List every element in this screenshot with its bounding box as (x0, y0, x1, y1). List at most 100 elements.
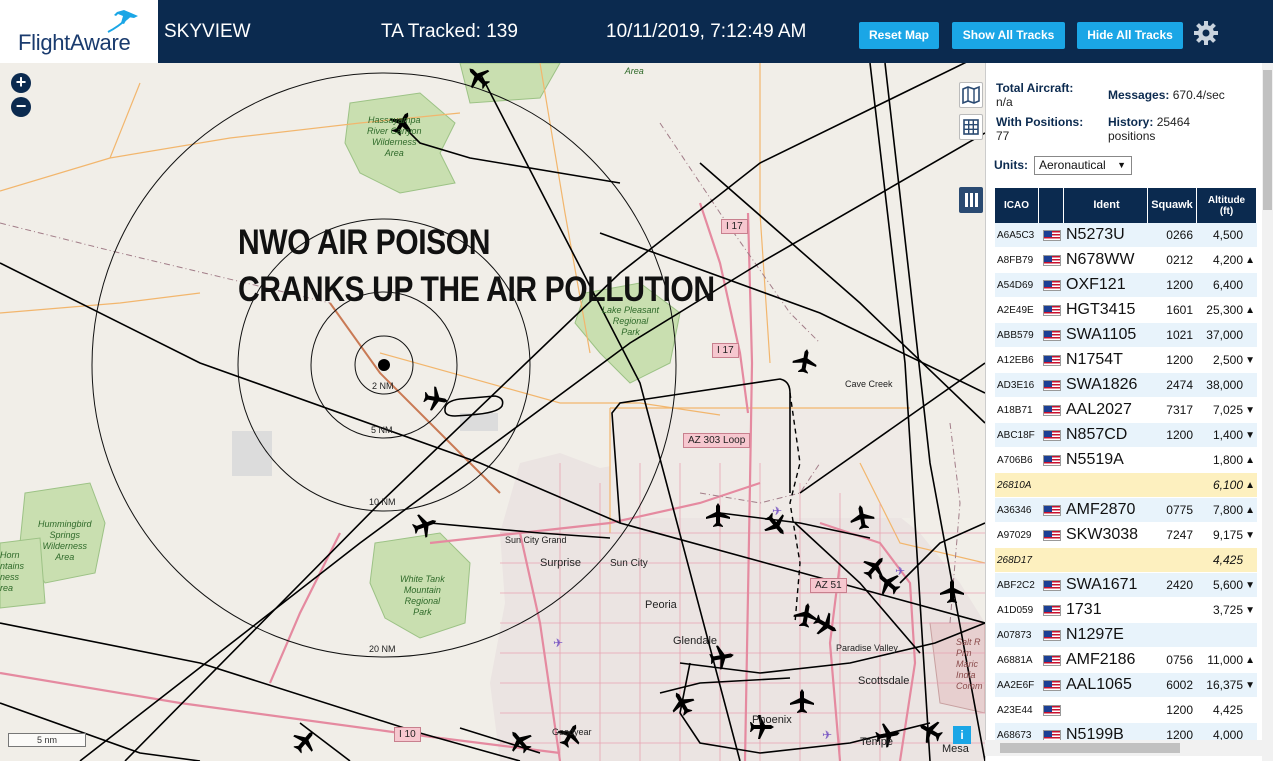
map-info-button[interactable]: i (953, 726, 971, 744)
aircraft-icon[interactable] (503, 724, 537, 758)
squawk-cell: 1200 (1166, 278, 1193, 292)
descending-arrow-icon: ▼ (1245, 354, 1255, 366)
reset-map-button[interactable]: Reset Map (859, 22, 939, 49)
column-header-ident[interactable]: Ident (1064, 188, 1148, 223)
park-label: White Tank Mountain Regional Park (400, 574, 445, 617)
table-row[interactable]: A706B6 N5519A 1,800 ▲ (995, 448, 1257, 473)
flag-cell (1039, 448, 1064, 472)
ident-cell: OXF121 (1066, 276, 1126, 293)
with-positions-label: With Positions: (996, 115, 1084, 129)
aircraft-icon[interactable] (706, 503, 730, 527)
zoom-out-button[interactable]: − (11, 97, 31, 117)
us-flag-icon (1042, 229, 1061, 241)
table-row[interactable]: AA2E6F AAL1065 6002 16,375 ▼ (995, 673, 1257, 698)
place-label: Goodyear (552, 727, 592, 737)
aircraft-icon[interactable] (792, 601, 820, 629)
aircraft-icon[interactable] (871, 566, 905, 600)
flag-cell (1039, 223, 1064, 247)
grid-view-button[interactable] (959, 114, 983, 140)
table-row[interactable]: 26810A 6,100 ▲ (995, 473, 1257, 498)
climbing-arrow-icon: ▲ (1245, 454, 1255, 466)
altitude-cell: 1,400 ▼ (1197, 423, 1257, 447)
flag-cell (1039, 598, 1064, 622)
altitude-value: 9,175 (1212, 528, 1243, 542)
aircraft-icon[interactable] (759, 508, 793, 542)
column-header-altitude[interactable]: Altitude (ft) (1197, 188, 1257, 223)
altitude-cell: 37,000 (1197, 323, 1257, 347)
icao-cell: A2E49E (997, 304, 1034, 316)
squawk-cell (1148, 448, 1197, 472)
ident-cell (1064, 698, 1148, 722)
aircraft-icon[interactable] (461, 63, 495, 94)
table-row[interactable]: ABC18F N857CD 1200 1,400 ▼ (995, 423, 1257, 448)
table-row[interactable]: A8FB79 N678WW 0212 4,200 ▲ (995, 248, 1257, 273)
toggle-columns-button[interactable] (959, 187, 983, 213)
column-header-squawk[interactable]: Squawk (1148, 188, 1197, 223)
place-label: Surprise (540, 557, 581, 569)
icao-cell: A18B71 (997, 404, 1033, 416)
altitude-cell: 4,425 (1197, 548, 1257, 572)
units-label: Units: (994, 158, 1028, 172)
table-row[interactable]: A6A5C3 N5273U 0266 4,500 (995, 223, 1257, 248)
descending-arrow-icon: ▼ (1245, 604, 1255, 616)
table-row[interactable]: A07873 N1297E (995, 623, 1257, 648)
icao-cell: 26810A (997, 479, 1032, 491)
aircraft-icon[interactable] (665, 686, 699, 720)
climbing-arrow-icon: ▲ (1245, 479, 1255, 491)
place-label: Sun City (610, 558, 648, 569)
aircraft-icon[interactable] (858, 550, 892, 584)
aircraft-icon[interactable] (791, 347, 819, 375)
altitude-cell: 11,000 ▲ (1197, 648, 1257, 672)
squawk-cell (1148, 473, 1197, 497)
aircraft-icon[interactable] (708, 643, 736, 671)
table-row[interactable]: A2E49E HGT3415 1601 25,300 ▲ (995, 298, 1257, 323)
zoom-in-button[interactable]: + (11, 73, 31, 93)
caption-line-2: CRANKS UP THE AIR POLLUTION (238, 270, 715, 309)
table-row[interactable]: A23E44 1200 4,425 (995, 698, 1257, 723)
road-shield: I 17 (712, 343, 739, 358)
column-header-flag[interactable] (1039, 188, 1064, 223)
aircraft-icon[interactable] (790, 689, 814, 713)
altitude-value: 5,600 (1212, 578, 1243, 592)
aircraft-icon[interactable] (848, 503, 876, 531)
messages-label: Messages: (1108, 88, 1170, 102)
us-flag-icon (1042, 729, 1061, 741)
column-header-icao[interactable]: ICAO (995, 188, 1039, 223)
aircraft-icon[interactable] (288, 724, 322, 758)
hide-all-tracks-button[interactable]: Hide All Tracks (1077, 22, 1183, 49)
us-flag-icon (1042, 604, 1061, 616)
flag-cell (1039, 398, 1064, 422)
gear-icon[interactable] (1193, 20, 1219, 46)
scrollbar-thumb[interactable] (1000, 743, 1180, 753)
table-row[interactable]: A12EB6 N1754T 1200 2,500 ▼ (995, 348, 1257, 373)
ident-cell: AMF2186 (1066, 651, 1136, 668)
table-row[interactable]: A1D059 1731 3,725 ▼ (995, 598, 1257, 623)
table-row[interactable]: A54D69 OXF121 1200 6,400 (995, 273, 1257, 298)
aircraft-icon[interactable] (409, 509, 441, 541)
units-select[interactable]: Aeronautical ▼ (1034, 156, 1132, 175)
table-row[interactable]: ABB579 SWA1105 1021 37,000 (995, 323, 1257, 348)
squawk-cell: 0775 (1166, 503, 1193, 517)
flightaware-logo[interactable]: FlightAware (0, 0, 160, 63)
scrollbar-thumb[interactable] (1263, 70, 1272, 210)
aircraft-icon[interactable] (940, 579, 964, 603)
table-row[interactable]: ABF2C2 SWA1671 2420 5,600 ▼ (995, 573, 1257, 598)
table-row[interactable]: A6881A AMF2186 0756 11,000 ▲ (995, 648, 1257, 673)
altitude-cell (1197, 623, 1257, 647)
place-label: Mesa (942, 743, 969, 755)
show-all-tracks-button[interactable]: Show All Tracks (952, 22, 1065, 49)
map-layers-button[interactable] (959, 82, 983, 108)
table-row[interactable]: A97029 SKW3038 7247 9,175 ▼ (995, 523, 1257, 548)
messages-stat: Messages: 670.4/sec (1108, 88, 1258, 102)
table-row[interactable]: A18B71 AAL2027 7317 7,025 ▼ (995, 398, 1257, 423)
ident-cell: N1754T (1066, 351, 1123, 368)
aircraft-layer[interactable] (0, 63, 985, 761)
table-row[interactable]: 268D17 4,425 (995, 548, 1257, 573)
park-label: Horn ntains ness rea (0, 550, 25, 593)
map-view[interactable]: ✈ ✈ ✈ ✈ + − NWO AIR POISON CRANKS UP THE… (0, 63, 985, 761)
table-row[interactable]: A36346 AMF2870 0775 7,800 ▲ (995, 498, 1257, 523)
squawk-cell: 1601 (1166, 303, 1193, 317)
aircraft-icon[interactable] (809, 608, 843, 642)
table-row[interactable]: AD3E16 SWA1826 2474 38,000 (995, 373, 1257, 398)
aircraft-icon[interactable] (422, 385, 450, 413)
